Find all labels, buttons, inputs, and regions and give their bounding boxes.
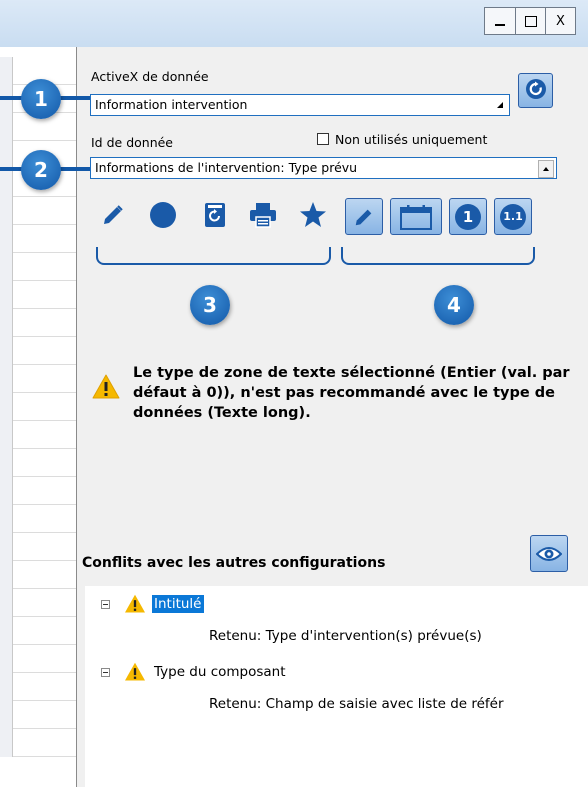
data-id-label: Id de donnée (91, 135, 174, 150)
minimize-icon (495, 24, 505, 26)
activex-combobox[interactable]: Information intervention (90, 94, 510, 116)
data-id-value: Informations de l'intervention: Type pré… (95, 160, 358, 175)
close-button[interactable]: X (545, 8, 575, 34)
collapse-icon[interactable] (101, 599, 110, 609)
data-id-combobox[interactable]: Informations de l'intervention: Type pré… (90, 157, 557, 179)
conflict-label: Type du composant (154, 664, 286, 680)
circle-icon[interactable] (147, 199, 179, 231)
tree-row[interactable]: Intitulé (101, 594, 204, 614)
view-conflicts-button[interactable] (530, 535, 568, 572)
unused-only-label: Non utilisés uniquement (335, 132, 488, 147)
conflict-detail: Retenu: Type d'intervention(s) prévue(s) (209, 628, 482, 644)
maximize-button[interactable] (515, 8, 545, 34)
callout-2: 2 (21, 150, 61, 190)
pencil-type-button[interactable] (345, 198, 383, 235)
collapse-icon[interactable] (101, 667, 110, 677)
pencil-icon[interactable] (97, 199, 129, 231)
conflict-detail: Retenu: Champ de saisie avec liste de ré… (209, 696, 504, 712)
activex-label: ActiveX de donnée (91, 69, 209, 84)
group-bracket-right (341, 247, 535, 265)
eye-icon (536, 546, 562, 561)
tree-row[interactable]: Type du composant (101, 662, 286, 682)
star-icon[interactable] (297, 199, 329, 231)
window-titlebar: X (0, 0, 588, 47)
number-one-icon: 1 (455, 203, 481, 230)
conflicts-title: Conflits avec les autres configurations (82, 555, 386, 571)
pencil-icon (355, 209, 372, 225)
warning-icon (124, 594, 146, 614)
calendar-type-button[interactable] (390, 198, 442, 235)
warning-icon (124, 662, 146, 682)
refresh-button[interactable] (518, 73, 553, 108)
callout-3: 3 (190, 285, 230, 325)
conflicts-tree: Intitulé Retenu: Type d'intervention(s) … (85, 586, 588, 787)
reset-form-icon[interactable] (199, 199, 231, 231)
callout-1: 1 (21, 79, 61, 119)
dropdown-arrow-icon[interactable] (493, 97, 507, 113)
refresh-icon (525, 78, 547, 104)
maximize-icon (524, 15, 537, 27)
activex-value: Information intervention (95, 97, 248, 112)
minimize-button[interactable] (485, 8, 515, 34)
decimal-icon: 1.1 (500, 203, 526, 230)
warning-icon (92, 374, 120, 404)
callout-4: 4 (434, 285, 474, 325)
list-row-header-column (0, 57, 13, 757)
calendar-icon (400, 204, 432, 230)
integer-type-button[interactable]: 1 (449, 198, 487, 235)
unused-only-checkbox[interactable] (317, 133, 329, 145)
print-icon[interactable] (247, 199, 279, 231)
group-bracket-left (96, 247, 331, 265)
window-controls: X (484, 7, 576, 35)
tree-row-detail: Retenu: Type d'intervention(s) prévue(s) (209, 628, 482, 644)
close-icon: X (556, 13, 565, 29)
dropdown-arrow-icon[interactable] (538, 160, 554, 178)
decimal-type-button[interactable]: 1.1 (494, 198, 532, 235)
conflict-label: Intitulé (152, 595, 204, 613)
warning-message: Le type de zone de texte sélectionné (En… (133, 365, 570, 421)
tree-row-detail: Retenu: Champ de saisie avec liste de ré… (209, 696, 588, 712)
